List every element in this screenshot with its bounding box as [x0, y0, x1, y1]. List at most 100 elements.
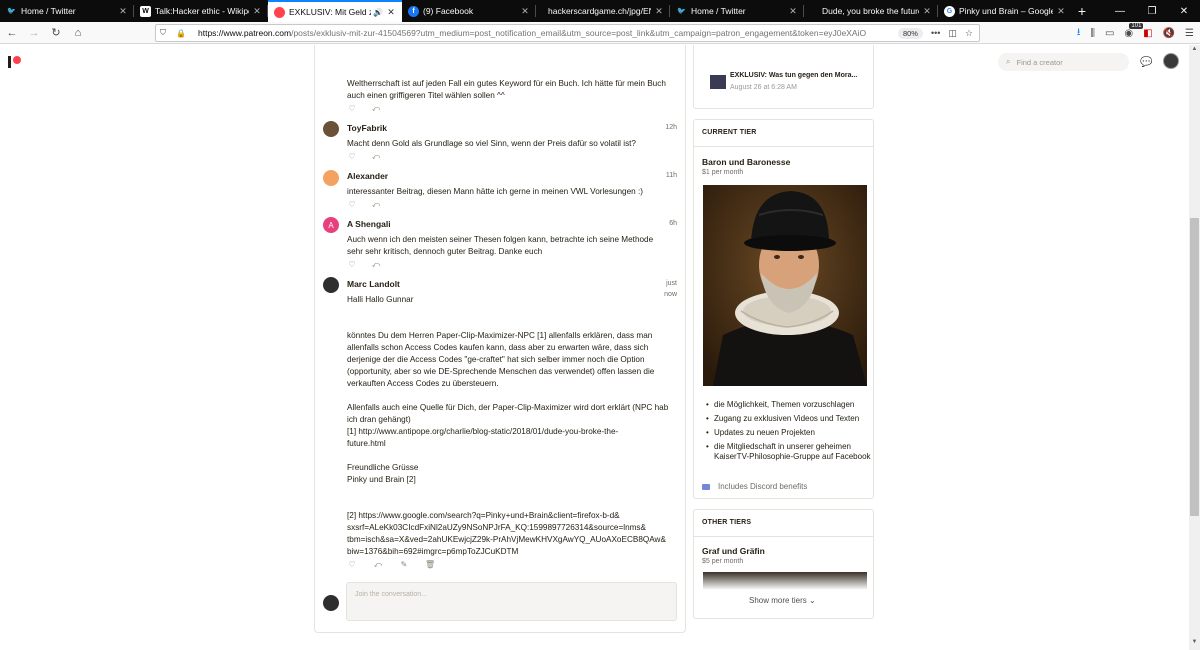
comment-line: Freundliche Grüsse [347, 463, 419, 472]
close-tab-icon[interactable]: ✕ [788, 6, 798, 17]
shield-icon[interactable]: ⛉ [160, 28, 172, 38]
comment-time: 11h [665, 172, 677, 179]
reply-icon[interactable]: ⤺ [371, 200, 381, 210]
extension-badge-icon[interactable]: ◉ 101 [1124, 22, 1144, 39]
comment-line: [1] http://www.antipope.org/charlie/blog… [347, 427, 619, 436]
tab-dude-you-broke-the-future[interactable]: Dude, you broke the future! ✕ [804, 0, 938, 22]
close-tab-icon[interactable]: ✕ [118, 6, 128, 17]
benefit-item: Zugang zu exklusiven Videos und Texten [706, 414, 876, 424]
new-tab-button[interactable]: + [1072, 0, 1092, 22]
other-tiers-heading: OTHER TIERS [702, 519, 752, 526]
close-tab-icon[interactable]: ✕ [654, 6, 664, 17]
tab-hackerscardgame[interactable]: hackerscardgame.ch/jpg/EN/#t1 ✕ [536, 0, 670, 22]
avatar[interactable] [323, 170, 339, 186]
heart-icon[interactable]: ♡ [347, 152, 357, 162]
close-window-icon[interactable]: ✕ [1168, 0, 1200, 22]
page-scrollbar-thumb[interactable] [1190, 218, 1199, 516]
avatar[interactable] [323, 277, 339, 293]
tab-home-twitter-1[interactable]: 🐦 Home / Twitter ✕ [0, 0, 134, 22]
close-tab-icon[interactable]: ✕ [252, 6, 262, 17]
zoom-level[interactable]: 80% [897, 27, 923, 39]
comment-author[interactable]: Marc Landolt [347, 279, 400, 289]
close-tab-icon[interactable]: ✕ [386, 7, 396, 18]
tab-title: Dude, you broke the future! [822, 6, 919, 16]
recent-post-date: August 26 at 6:28 AM [730, 84, 797, 91]
comment-line [347, 450, 677, 462]
scroll-up-arrow-icon[interactable]: ▲ [1189, 46, 1200, 56]
avatar[interactable] [323, 121, 339, 137]
extension-icon[interactable]: ◧ [1143, 28, 1152, 39]
other-tier-name[interactable]: Graf und Gräfin [702, 546, 765, 556]
scroll-down-arrow-icon[interactable]: ▼ [1189, 639, 1200, 649]
close-tab-icon[interactable]: ✕ [1056, 6, 1066, 17]
tab-wikipedia[interactable]: W Talk:Hacker ethic - Wikipedia ✕ [134, 0, 268, 22]
minimize-icon[interactable]: — [1104, 0, 1136, 22]
user-avatar[interactable] [1163, 53, 1179, 69]
back-arrow-icon[interactable]: ← [2, 23, 22, 43]
avatar[interactable]: A [323, 217, 339, 233]
heart-icon[interactable]: ♡ [347, 560, 357, 570]
comment-line: sxsrf=ALeKk03CIcdFxiNl2aUZy9NSoNPJrFA_KQ… [347, 523, 646, 532]
download-icon[interactable]: ⭳ [1077, 25, 1081, 42]
bookmark-star-icon[interactable]: ☆ [965, 28, 973, 39]
comment-actions: ♡ ⤺ [347, 152, 381, 162]
home-icon[interactable]: ⌂ [68, 23, 88, 43]
url-text[interactable]: https://www.patreon.com/posts/exklusiv-m… [198, 28, 898, 38]
twitter-icon: 🐦 [677, 8, 686, 15]
window-controls: — ❐ ✕ [1104, 0, 1200, 22]
current-tier-card: CURRENT TIER Baron und Baronesse $1 per … [693, 119, 874, 499]
url-bar[interactable]: ⛉ 🔒 https://www.patreon.com/posts/exklus… [155, 24, 980, 42]
tab-title: (9) Facebook [423, 6, 474, 16]
comment-tail-text: Weltherrschaft ist auf jeden Fall ein gu… [347, 79, 666, 100]
tab-facebook[interactable]: f (9) Facebook ✕ [402, 0, 536, 22]
speaker-icon[interactable]: 🔊 [373, 8, 383, 17]
trash-icon[interactable]: 🗑 [425, 560, 435, 570]
tab-title: EXKLUSIV: Mit Geld zur W [289, 7, 371, 17]
show-more-tiers-button[interactable]: Show more tiers ⌄ [749, 596, 816, 605]
tab-title: Talk:Hacker ethic - Wikipedia [155, 6, 249, 16]
forward-arrow-icon[interactable]: → [24, 23, 44, 43]
browser-tab-strip: 🐦 Home / Twitter ✕ W Talk:Hacker ethic -… [0, 0, 1200, 22]
comment-line: [2] https://www.google.com/search?q=Pink… [347, 511, 620, 520]
heart-icon[interactable]: ♡ [347, 200, 357, 210]
close-tab-icon[interactable]: ✕ [922, 6, 932, 17]
pocket-icon[interactable]: ◫ [948, 28, 957, 39]
comment-line: ich dran gehängt) [347, 415, 411, 424]
menu-icon[interactable]: ☰ [1185, 28, 1194, 39]
discord-benefits: Includes Discord benefits [702, 482, 807, 491]
reply-icon[interactable]: ⤺ [371, 152, 381, 162]
tab-patreon-active[interactable]: EXKLUSIV: Mit Geld zur W 🔊 ✕ [268, 0, 402, 22]
comment-author[interactable]: Alexander [347, 171, 388, 181]
browser-navbar: ← → ↻ ⌂ ⛉ 🔒 https://www.patreon.com/post… [0, 22, 1200, 44]
reload-icon[interactable]: ↻ [46, 23, 66, 43]
reply-icon[interactable]: ⤺ [371, 260, 381, 270]
comment-actions: ♡ ⤺ [347, 200, 381, 210]
discord-icon [702, 483, 710, 490]
comment-line: biw=1376&bih=692#imgrc=p6mpToZJCuKDTM [347, 547, 519, 556]
messages-icon[interactable]: 💬 [1140, 57, 1152, 68]
speaker-mute-icon[interactable]: 🔇 [1163, 28, 1175, 39]
tab-title: Home / Twitter [21, 6, 76, 16]
reply-icon[interactable]: ⤺ [371, 104, 381, 114]
tab-home-twitter-2[interactable]: 🐦 Home / Twitter ✕ [670, 0, 804, 22]
sidebar-icon[interactable]: ▭ [1105, 28, 1114, 39]
edit-pencil-icon[interactable]: ✎ [399, 560, 409, 570]
close-tab-icon[interactable]: ✕ [520, 6, 530, 17]
creator-search-input[interactable]: ⌕ Find a creator [998, 53, 1129, 71]
lock-icon[interactable]: 🔒 [176, 29, 188, 38]
other-tier-image-fade [703, 572, 867, 590]
heart-icon[interactable]: ♡ [347, 104, 357, 114]
restore-icon[interactable]: ❐ [1136, 0, 1168, 22]
comment-compose-input[interactable]: Join the conversation... [346, 582, 677, 621]
tab-google-pinky-brain[interactable]: G Pinky und Brain – Google Su ✕ [938, 0, 1072, 22]
comment-author[interactable]: ToyFabrik [347, 123, 387, 133]
other-tier-price: $5 per month [702, 558, 744, 565]
heart-icon[interactable]: ♡ [347, 260, 357, 270]
comment-line [347, 306, 677, 318]
library-icon[interactable]: ⫼ [1090, 28, 1095, 39]
tab-title: Pinky und Brain – Google Su [959, 6, 1053, 16]
patreon-logo-icon[interactable] [8, 56, 22, 68]
more-actions-icon[interactable]: ••• [931, 28, 940, 39]
reply-icon[interactable]: ⤺ [373, 560, 383, 570]
comment-author[interactable]: A Shengali [347, 219, 391, 229]
